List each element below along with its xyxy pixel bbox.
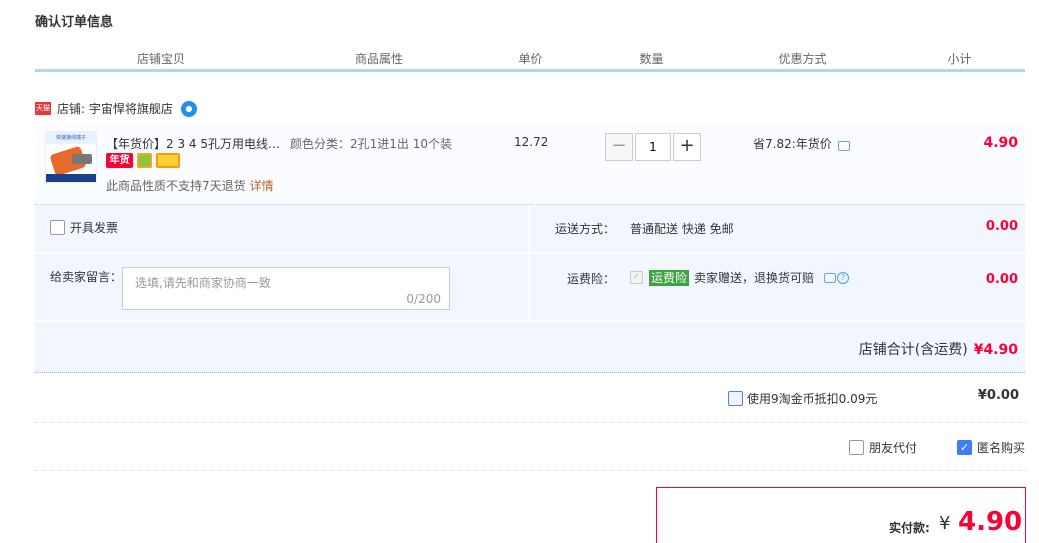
col-header-price: 单价 — [471, 50, 592, 69]
shipping-price: 0.00 — [985, 219, 1018, 234]
tmall-badge: 天猫 — [35, 102, 51, 115]
col-header-subtotal: 小计 — [947, 52, 972, 66]
quantity-stepper: − + — [605, 133, 701, 161]
taojinbi-value: ¥0.00 — [977, 388, 1019, 403]
payment-currency: ¥ — [939, 513, 951, 534]
column-headers: 店铺宝贝 商品属性 单价 数量 优惠方式 小计 — [35, 50, 1025, 72]
insurance-tag: 运费险 — [649, 269, 690, 286]
guarantee-badge-icon — [137, 153, 152, 168]
shop-row: 天猫 店铺: 宇宙悍将旗舰店 ● — [35, 100, 197, 117]
panel-divider-vertical — [528, 205, 530, 321]
anonymous-label: 匿名购买 — [977, 441, 1026, 455]
col-header-item: 店铺宝贝 — [35, 50, 289, 69]
quantity-increase-button[interactable]: + — [673, 133, 701, 161]
friend-pay-checkbox[interactable] — [849, 440, 864, 455]
divider-2 — [35, 470, 1025, 471]
thumbnail-footer — [46, 174, 96, 182]
quantity-input[interactable] — [635, 133, 671, 161]
product-attribute: 颜色分类：2孔1进1出 10个装 — [290, 137, 452, 151]
taojinbi-label: 使用9淘金币抵扣0.09元 — [747, 392, 878, 406]
promotion-text: 省7.82:年货价 — [753, 137, 832, 151]
page-title: 确认订单信息 — [35, 15, 114, 30]
order-item-row: 快速接线端子 【年货价】2 3 4 5孔万用电线… 年货 此商品性质不支持7天退… — [35, 123, 1025, 205]
message-char-count: 0/200 — [406, 292, 441, 306]
col-header-promo: 优惠方式 — [713, 50, 894, 69]
thumbnail-caption: 快速接线端子 — [46, 132, 96, 144]
invoice-label: 开具发票 — [70, 221, 119, 235]
payment-summary: 实付款: ¥ 4.90 — [656, 487, 1026, 543]
product-badges: 年货 — [106, 153, 180, 168]
invoice-option[interactable]: 开具发票 — [50, 219, 118, 236]
insurance-text: 卖家赠送，退换货可赔 — [694, 271, 815, 285]
col-header-attr: 商品属性 — [289, 50, 471, 69]
panel-divider-horizontal — [35, 252, 1025, 254]
shop-name[interactable]: 店铺: 宇宙悍将旗舰店 — [57, 100, 173, 117]
quantity-decrease-button[interactable]: − — [605, 133, 633, 161]
panel-divider-horizontal-2 — [35, 320, 1025, 322]
anonymous-checkbox[interactable]: ✓ — [957, 440, 972, 455]
seller-message-label: 给卖家留言： — [50, 270, 123, 284]
anonymous-purchase-option[interactable]: ✓ 匿名购买 — [957, 439, 1025, 456]
insurance-comment-icon[interactable] — [824, 272, 837, 283]
detail-link[interactable]: 详情 — [250, 179, 274, 193]
col-header-qty: 数量 — [592, 50, 713, 69]
unit-price: 12.72 — [514, 135, 549, 149]
product-thumbnail[interactable]: 快速接线端子 — [45, 131, 97, 183]
friend-pay-label: 朋友代付 — [869, 441, 918, 455]
card-payment-badge-icon — [156, 153, 180, 168]
promotion: 省7.82:年货价 — [753, 135, 850, 152]
nianhuo-badge: 年货 — [106, 153, 133, 168]
insurance-label: 运费险： — [567, 272, 616, 286]
insurance-price: 0.00 — [985, 272, 1018, 287]
help-icon[interactable]: ? — [837, 271, 850, 284]
promo-comment-icon[interactable] — [837, 140, 850, 151]
shipping-label: 运送方式： — [555, 222, 616, 236]
payment-label: 实付款: — [889, 521, 930, 535]
wangwang-chat-icon[interactable]: ● — [180, 100, 197, 117]
shipping-insurance: ✓ 运费险 卖家赠送，退换货可赔 ? — [630, 269, 850, 286]
divider — [35, 422, 1025, 423]
no-refund-note: 此商品性质不支持7天退货 详情 — [106, 177, 274, 194]
order-options-panel: 开具发票 给卖家留言： 选填,请先和商家协商一致 0/200 运送方式： 普通配… — [35, 205, 1025, 373]
payment-amount: 4.90 — [958, 507, 1023, 537]
shop-total: 店铺合计(含运费) ¥4.90 — [859, 339, 1018, 359]
item-subtotal: 4.90 — [983, 135, 1018, 151]
taojinbi-option[interactable]: 使用9淘金币抵扣0.09元 — [728, 390, 877, 407]
no-refund-text: 此商品性质不支持7天退货 — [106, 179, 246, 193]
product-title-link[interactable]: 【年货价】2 3 4 5孔万用电线… — [106, 135, 286, 152]
seller-message-input[interactable]: 选填,请先和商家协商一致 0/200 — [122, 267, 450, 310]
taojinbi-checkbox[interactable] — [728, 391, 743, 406]
shop-total-label: 店铺合计(含运费) — [858, 342, 968, 358]
shop-total-value: ¥4.90 — [973, 342, 1018, 358]
insurance-checkbox: ✓ — [630, 271, 643, 284]
invoice-checkbox[interactable] — [50, 220, 65, 235]
connector-image-part — [72, 154, 92, 164]
friend-pay-option[interactable]: 朋友代付 — [849, 439, 917, 456]
seller-message-placeholder: 选填,请先和商家协商一致 — [135, 276, 271, 290]
shipping-method: 普通配送 快递 免邮 — [630, 222, 734, 236]
